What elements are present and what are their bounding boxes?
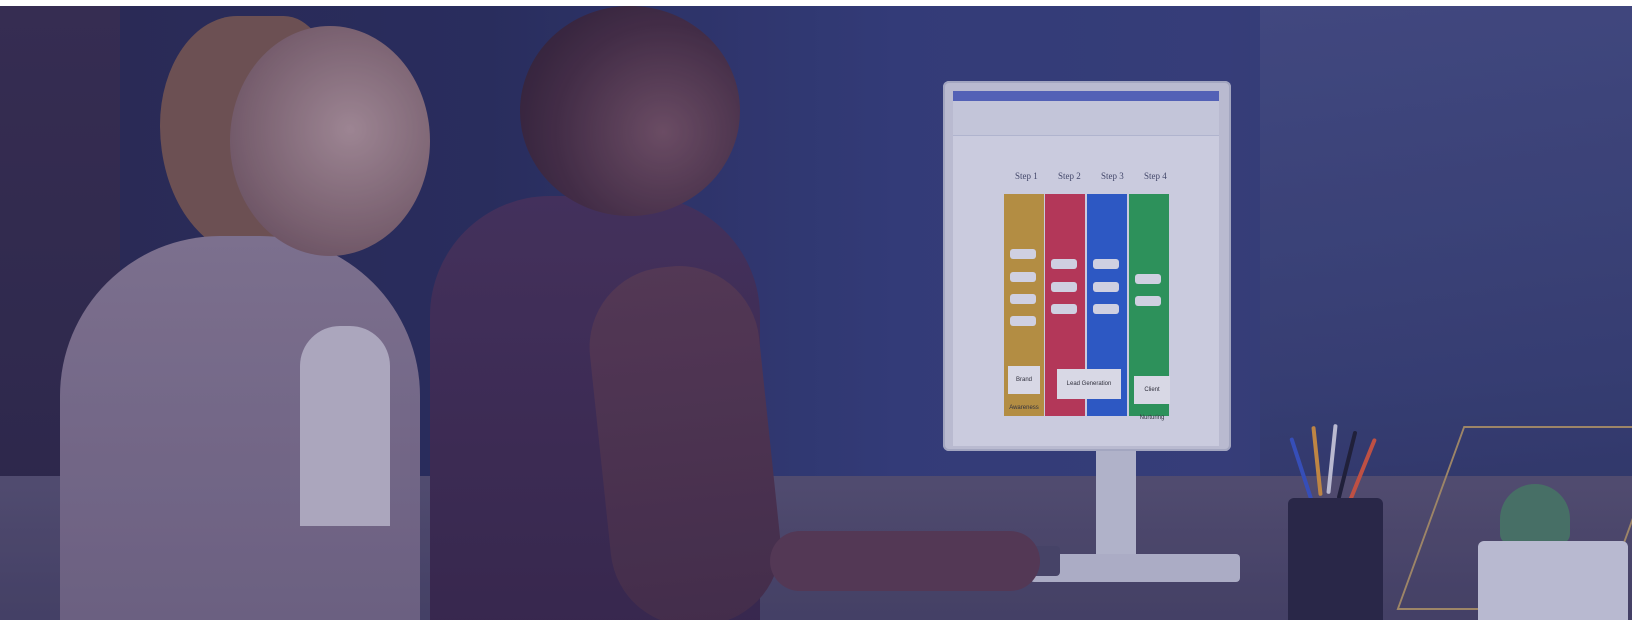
blue-overlay [0,6,1632,620]
photo-scene: Step 1 Step 2 Step 3 Step 4 Brand Awaren… [0,6,1632,620]
